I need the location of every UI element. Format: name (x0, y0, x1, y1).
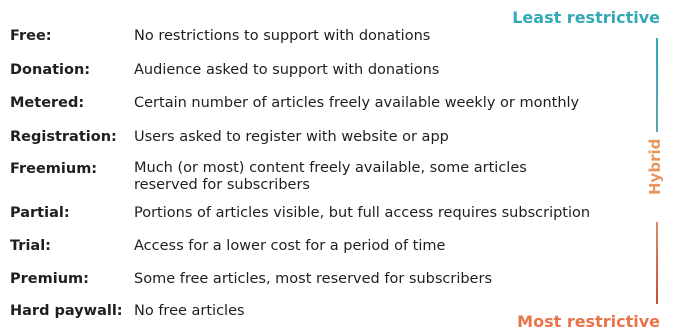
model-description: Some free articles, most reserved for su… (134, 271, 492, 287)
model-term: Premium: (10, 271, 89, 287)
model-description: Access for a lower cost for a period of … (134, 238, 446, 254)
model-term: Freemium: (10, 161, 98, 177)
model-description: Portions of articles visible, but full a… (134, 205, 591, 221)
model-description: Certain number of articles freely availa… (134, 95, 580, 111)
model-term: Hard paywall: (10, 303, 123, 319)
model-term: Partial: (10, 205, 70, 221)
model-description: Much (or most) content freely available,… (134, 160, 527, 193)
model-description: No free articles (134, 303, 245, 319)
model-term: Registration: (10, 129, 117, 145)
hybrid-label: Hybrid (646, 138, 664, 195)
scale-line-bottom (656, 222, 658, 304)
model-description: Audience asked to support with donations (134, 62, 440, 78)
scale-line-top (656, 38, 658, 132)
model-description: No restrictions to support with donation… (134, 28, 431, 44)
model-term: Metered: (10, 95, 85, 111)
least-restrictive-label: Least restrictive (512, 8, 660, 27)
model-term: Trial: (10, 238, 51, 254)
model-term: Free: (10, 28, 52, 44)
model-description: Users asked to register with website or … (134, 129, 449, 145)
model-term: Donation: (10, 62, 91, 78)
